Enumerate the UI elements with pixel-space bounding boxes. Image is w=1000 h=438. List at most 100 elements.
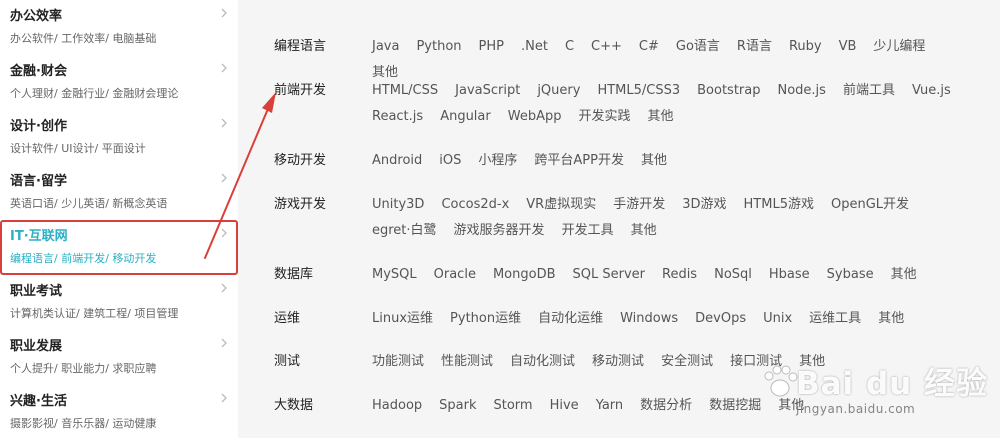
topic-link[interactable]: VR虚拟现实: [526, 192, 596, 218]
chevron-right-icon: [221, 393, 227, 403]
topic-link[interactable]: 前端工具: [843, 78, 895, 104]
topic-link[interactable]: 性能测试: [441, 349, 493, 375]
topic-link[interactable]: Bootstrap: [697, 78, 760, 104]
topic-link[interactable]: 移动测试: [592, 349, 644, 375]
chevron-right-icon: [221, 338, 227, 348]
category-subtitles: 英语口语/ 少儿英语/ 新概念英语: [10, 197, 168, 210]
topic-link[interactable]: 运维工具: [809, 306, 861, 332]
category-title: 兴趣·生活: [10, 394, 67, 409]
topic-link[interactable]: SQL Server: [573, 262, 646, 288]
sidebar-category[interactable]: 设计·创作设计软件/ UI设计/ 平面设计: [0, 110, 238, 165]
subcategory-row: 数据库 MySQL Oracle MongoDB SQL Server Redis NoSq…: [274, 262, 982, 288]
chevron-right-icon: [221, 173, 227, 183]
row-items: Android iOS 小程序 跨平台APP开发 其他: [372, 148, 982, 174]
topic-link[interactable]: OpenGL开发: [831, 192, 909, 218]
topic-link[interactable]: Cocos2d-x: [441, 192, 509, 218]
chevron-right-icon: [221, 8, 227, 18]
topic-link[interactable]: 自动化测试: [510, 349, 575, 375]
topic-link[interactable]: Hive: [550, 393, 579, 419]
topic-link[interactable]: Hbase: [769, 262, 810, 288]
topic-link[interactable]: 其他: [878, 306, 904, 332]
topic-link[interactable]: MongoDB: [493, 262, 556, 288]
topic-link[interactable]: Ruby: [789, 34, 822, 60]
sidebar-category[interactable]: 兴趣·生活 摄影影视/ 音乐乐器/ 运动健康: [0, 385, 238, 438]
category-subtitles: 个人提升/ 职业能力/ 求职应聘: [10, 362, 157, 375]
topic-link[interactable]: MySQL: [372, 262, 417, 288]
topic-link[interactable]: Angular: [440, 104, 491, 130]
topic-link[interactable]: 功能测试: [372, 349, 424, 375]
topic-link[interactable]: 少儿编程: [873, 34, 925, 60]
topic-link[interactable]: iOS: [439, 148, 461, 174]
category-title: 办公效率: [10, 9, 63, 24]
topic-link[interactable]: C++: [591, 34, 622, 60]
topic-link[interactable]: HTML5/CSS3: [597, 78, 680, 104]
topic-link[interactable]: Storm: [494, 393, 533, 419]
topic-link[interactable]: C#: [639, 34, 659, 60]
topic-link[interactable]: React.js: [372, 104, 423, 130]
topic-link[interactable]: jQuery: [537, 78, 580, 104]
row-items: Unity3D Cocos2d-x VR虚拟现实 手游开发 3D游戏 HTML5游戏 Ope…: [372, 192, 982, 244]
topic-link[interactable]: 其他: [891, 262, 917, 288]
topic-link[interactable]: NoSql: [714, 262, 752, 288]
topic-link[interactable]: Hadoop: [372, 393, 422, 419]
topic-link[interactable]: HTML5游戏: [744, 192, 814, 218]
topic-link[interactable]: Spark: [439, 393, 476, 419]
topic-link[interactable]: 自动化运维: [538, 306, 603, 332]
topic-link[interactable]: 手游开发: [613, 192, 665, 218]
topic-link[interactable]: PHP: [479, 34, 504, 60]
sidebar-category[interactable]: 语言·留学 英语口语/ 少儿英语/ 新概念英语: [0, 165, 238, 220]
category-title: 设计·创作: [10, 119, 67, 134]
topic-link[interactable]: Python: [416, 34, 461, 60]
topic-link[interactable]: Yarn: [596, 393, 623, 419]
topic-link[interactable]: 其他: [641, 148, 667, 174]
topic-link[interactable]: C: [565, 34, 574, 60]
sidebar-category[interactable]: 职业考试 计算机类认证/ 建筑工程/ 项目管理: [0, 275, 238, 330]
category-subtitles: 办公软件/ 工作效率/ 电脑基础: [10, 32, 157, 45]
topic-link[interactable]: Unity3D: [372, 192, 424, 218]
topic-link[interactable]: 数据挖掘: [709, 393, 761, 419]
row-items: HTML/CSS JavaScript jQuery HTML5/CSS3 Bootst…: [372, 78, 982, 130]
topic-link[interactable]: egret·白鹭: [372, 218, 437, 244]
watermark: Bai du 经验 jingyan.baidu.com: [760, 358, 996, 430]
category-subtitles: 设计软件/ UI设计/ 平面设计: [10, 142, 146, 155]
topic-link[interactable]: Oracle: [434, 262, 476, 288]
topic-link[interactable]: 小程序: [478, 148, 517, 174]
category-sidebar: 办公效率办公软件/ 工作效率/ 电脑基础金融·财会 个人理财/ 金融行业/ 金融财…: [0, 0, 238, 438]
topic-link[interactable]: Linux运维: [372, 306, 433, 332]
sidebar-category[interactable]: IT·互联网 编程语言/ 前端开发/ 移动开发: [0, 220, 238, 275]
topic-link[interactable]: JavaScript: [455, 78, 520, 104]
topic-link[interactable]: Go语言: [676, 34, 720, 60]
topic-link[interactable]: 开发工具: [562, 218, 614, 244]
topic-link[interactable]: 数据分析: [640, 393, 692, 419]
topic-link[interactable]: 其他: [631, 218, 657, 244]
topic-link[interactable]: Node.js: [777, 78, 825, 104]
topic-link[interactable]: Android: [372, 148, 422, 174]
topic-link[interactable]: 开发实践: [578, 104, 630, 130]
topic-link[interactable]: 跨平台APP开发: [534, 148, 624, 174]
topic-link[interactable]: 游戏服务器开发: [454, 218, 545, 244]
topic-link[interactable]: Vue.js: [912, 78, 951, 104]
topic-link[interactable]: 安全测试: [661, 349, 713, 375]
topic-link[interactable]: VB: [839, 34, 857, 60]
topic-link[interactable]: R语言: [737, 34, 772, 60]
topic-link[interactable]: 其他: [648, 104, 674, 130]
sidebar-category[interactable]: 金融·财会 个人理财/ 金融行业/ 金融财会理论: [0, 55, 238, 110]
topic-link[interactable]: .Net: [521, 34, 548, 60]
watermark-url: jingyan.baidu.com: [796, 402, 916, 416]
topic-link[interactable]: DevOps: [695, 306, 746, 332]
topic-link[interactable]: Windows: [620, 306, 678, 332]
topic-link[interactable]: Java: [372, 34, 399, 60]
topic-link[interactable]: WebApp: [508, 104, 562, 130]
topic-link[interactable]: Python运维: [450, 306, 521, 332]
topic-link[interactable]: Redis: [662, 262, 697, 288]
sidebar-category[interactable]: 职业发展 个人提升/ 职业能力/ 求职应聘: [0, 330, 238, 385]
topic-link[interactable]: 3D游戏: [682, 192, 726, 218]
row-items: MySQL Oracle MongoDB SQL Server Redis NoSql Hb…: [372, 262, 982, 288]
sidebar-category[interactable]: 办公效率办公软件/ 工作效率/ 电脑基础: [0, 0, 238, 55]
row-label: 测试: [274, 354, 301, 369]
topic-link[interactable]: HTML/CSS: [372, 78, 438, 104]
subcategory-row: 移动开发 Android iOS 小程序 跨平台APP开发 其他: [274, 148, 982, 174]
topic-link[interactable]: Unix: [763, 306, 792, 332]
topic-link[interactable]: Sybase: [827, 262, 874, 288]
row-label: 运维: [274, 311, 301, 326]
